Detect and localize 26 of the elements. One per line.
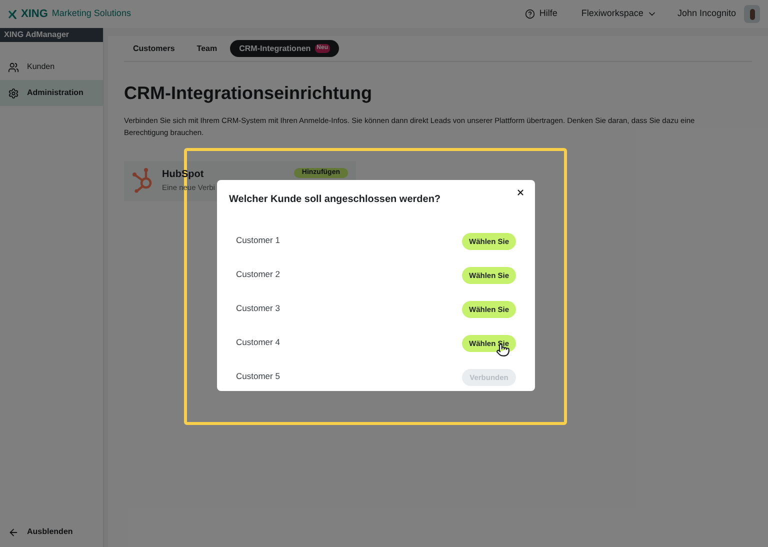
help-link[interactable]: Hilfe [539, 7, 558, 21]
sidebar-title: XING AdManager [0, 28, 103, 42]
arrow-left-icon [8, 526, 19, 538]
sidebar-item[interactable]: Kunden [0, 54, 103, 80]
hub-icon [132, 167, 154, 193]
brand-subtitle: Marketing Solutions [52, 7, 131, 20]
customer-name: Customer 2 [236, 268, 280, 280]
customer-name: Customer 4 [236, 336, 280, 348]
customer-name: Customer 1 [236, 234, 280, 246]
dialog-title: Welcher Kunde soll angeschlossen werden? [229, 193, 442, 207]
user-name[interactable]: John Incognito [677, 7, 736, 21]
customer-name: Customer 5 [236, 370, 280, 382]
tab[interactable]: Customers [124, 40, 184, 57]
brand-name: XING [21, 6, 48, 22]
collapse-button[interactable]: Ausblenden [0, 519, 103, 545]
workspace-dropdown[interactable]: Flexiworkspace [581, 7, 644, 21]
tab[interactable]: Team [188, 40, 226, 57]
customer-name: Customer 3 [236, 302, 280, 314]
avatar[interactable] [744, 5, 760, 23]
sidebar-item[interactable]: Administration [0, 80, 103, 106]
people-icon [8, 62, 19, 72]
close-button[interactable] [516, 188, 525, 197]
help-icon [525, 9, 536, 19]
gear-icon [8, 88, 19, 98]
logo-mark-icon [8, 10, 17, 18]
page-title: CRM-Integrationseinrichtung [124, 82, 373, 105]
